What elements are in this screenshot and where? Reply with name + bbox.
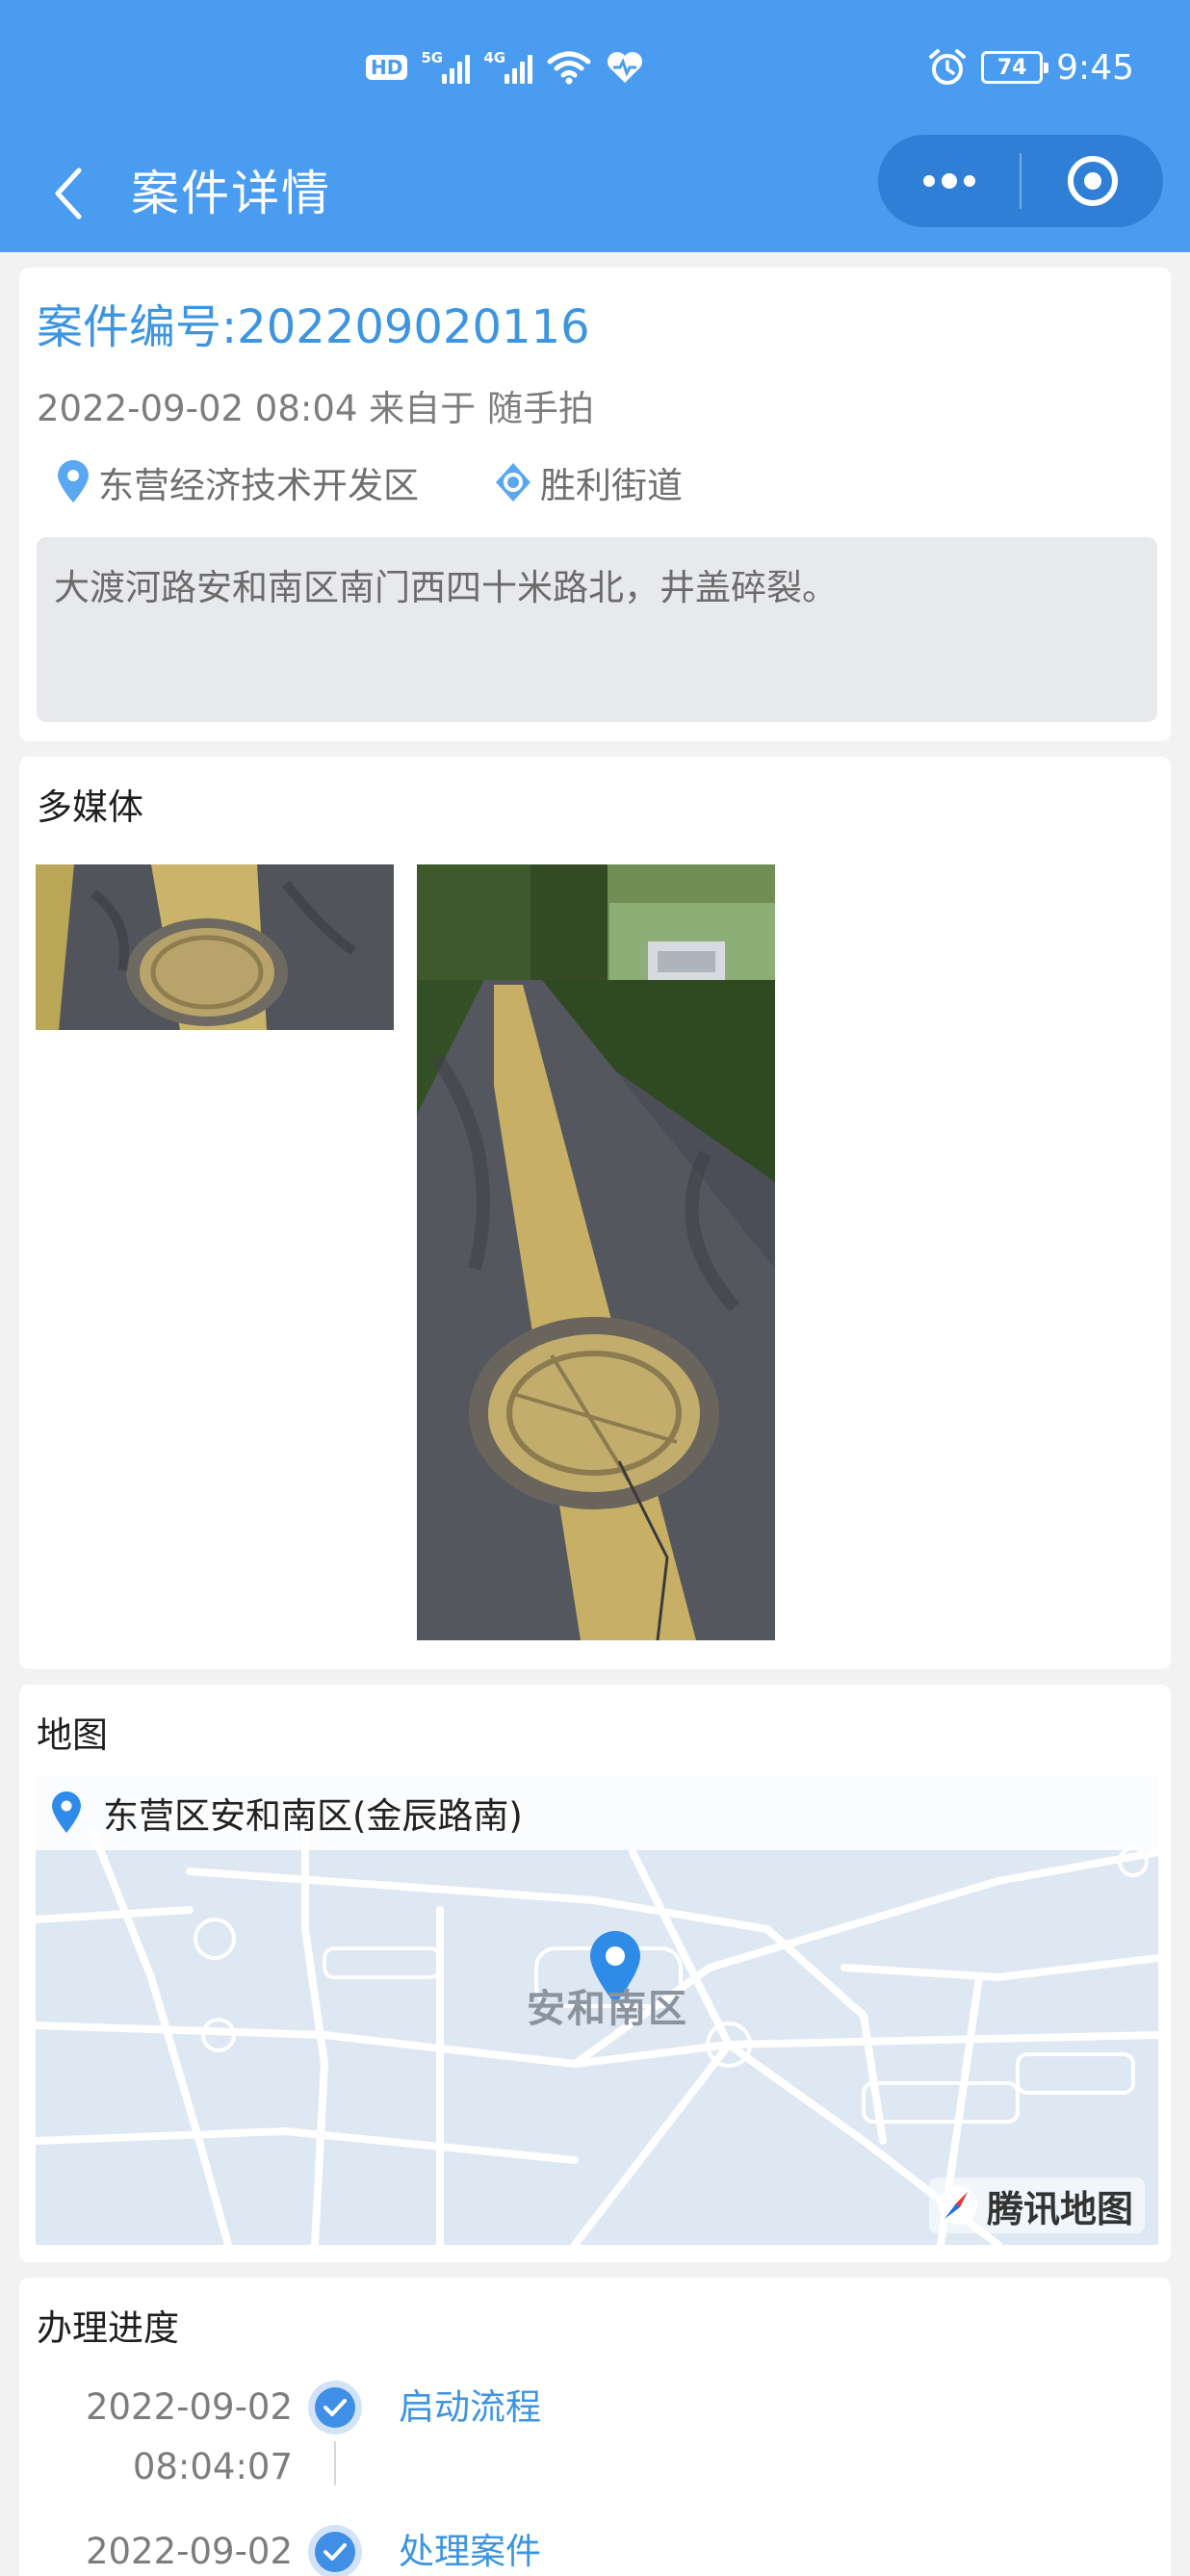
- case-meta: 2022-09-02 08:04 来自于 随手拍: [37, 388, 594, 429]
- target-circle-icon: [1067, 156, 1118, 206]
- map-section-title: 地图: [37, 1714, 108, 1756]
- street-tag: 胜利街道: [492, 456, 683, 508]
- case-number: 案件编号:202209020116: [37, 300, 590, 354]
- tencent-map-logo: 腾讯地图: [928, 2177, 1145, 2233]
- step-date: 2022-09-02: [85, 2386, 293, 2428]
- media-photo-full[interactable]: [417, 864, 775, 1640]
- health-heart-icon: [608, 52, 643, 83]
- battery-icon: 74: [981, 51, 1049, 84]
- status-right: 74 9:45: [927, 44, 1134, 90]
- close-miniprogram-button[interactable]: [1022, 135, 1163, 227]
- more-button[interactable]: [878, 135, 1020, 227]
- case-info-card: 案件编号:202209020116 2022-09-02 08:04 来自于 随…: [19, 268, 1171, 741]
- location-row: 东营经济技术开发区 胜利街道: [54, 456, 683, 508]
- progress-section-title: 办理进度: [37, 2307, 179, 2349]
- back-button[interactable]: [39, 152, 96, 235]
- manhole-cover-photo: [36, 864, 394, 1030]
- map-view[interactable]: 东营区安和南区(金辰路南) 安和南区 腾讯地图: [36, 1775, 1158, 2245]
- step-check-icon: [308, 2381, 362, 2434]
- nav-bar: 案件详情: [0, 135, 1190, 252]
- district-label: 东营经济技术开发区: [98, 465, 419, 506]
- signal-sim1-icon: 5G: [421, 49, 471, 84]
- timeline-connector: [334, 2441, 336, 2486]
- sim1-network-tag: 5G: [421, 49, 444, 66]
- media-card: 多媒体: [19, 757, 1171, 1669]
- more-dots-icon: [922, 173, 975, 189]
- map-address-bar: 东营区安和南区(金辰路南): [36, 1775, 1158, 1850]
- progress-card: 办理进度 2022-09-02 08:04:07 启动流程 2022-09-02…: [19, 2278, 1171, 2576]
- map-address: 东营区安和南区(金辰路南): [103, 1795, 523, 1837]
- chevron-left-icon: [55, 167, 82, 219]
- step-label[interactable]: 启动流程: [399, 2378, 541, 2437]
- wifi-icon: [547, 51, 591, 85]
- map-card: 地图 东营区安和南区(金辰路南) 安和南区 腾讯地图: [19, 1685, 1171, 2262]
- map-place-label: 安和南区: [527, 1987, 688, 2031]
- media-photo-thumbnail[interactable]: [36, 864, 394, 1030]
- step-check-icon: [308, 2525, 362, 2576]
- step-date: 2022-09-02: [85, 2531, 293, 2572]
- status-bar: HD 5G 4G 74 9:45: [0, 0, 1190, 135]
- sidewalk-manhole-photo: [417, 864, 775, 1640]
- district-tag: 东营经济技术开发区: [54, 456, 419, 508]
- street-label: 胜利街道: [540, 465, 683, 506]
- hd-icon: HD: [366, 55, 408, 80]
- step-time: 08:04:07: [132, 2446, 293, 2487]
- step-label[interactable]: 处理案件: [399, 2522, 541, 2576]
- media-section-title: 多媒体: [37, 786, 143, 828]
- page-title: 案件详情: [131, 166, 331, 221]
- compass-icon: [938, 2186, 977, 2225]
- app-header: HD 5G 4G 74 9:45 案件详情: [0, 0, 1190, 252]
- case-description: 大渡河路安和南区南门西四十米路北，井盖碎裂。: [37, 537, 1157, 722]
- locate-target-icon: [496, 463, 530, 502]
- status-time: 9:45: [1056, 47, 1134, 88]
- tencent-map-logo-text: 腾讯地图: [986, 2187, 1133, 2230]
- status-icons: HD 5G 4G: [366, 44, 644, 90]
- location-pin-icon: [52, 1791, 81, 1833]
- location-pin-icon: [58, 460, 89, 502]
- alarm-clock-icon: [929, 49, 967, 85]
- miniprogram-capsule: [878, 135, 1163, 227]
- signal-sim2-icon: 4G: [483, 49, 533, 84]
- sim2-network-tag: 4G: [483, 49, 506, 66]
